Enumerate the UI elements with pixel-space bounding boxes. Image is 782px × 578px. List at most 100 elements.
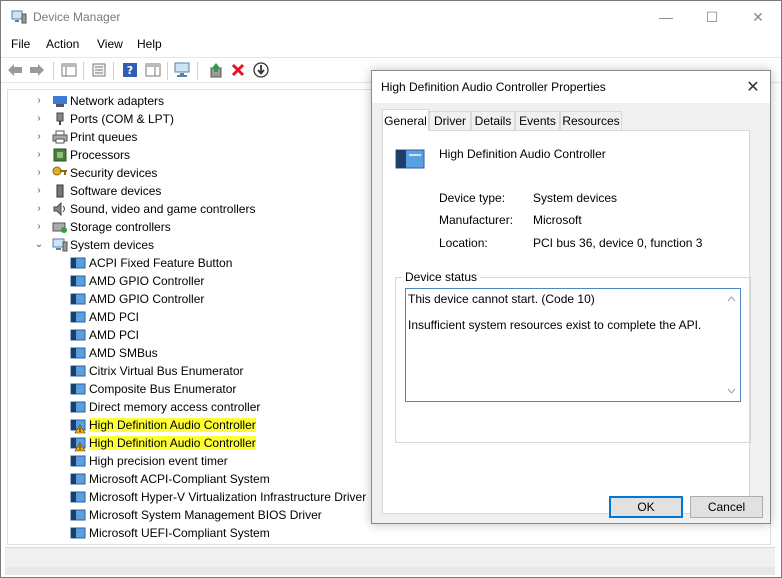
status-vertical-scrollbar[interactable] — [723, 289, 740, 401]
tab-events[interactable]: Events — [515, 111, 560, 130]
back-arrow-icon[interactable] — [6, 61, 24, 79]
chevron-down-icon[interactable]: ⌄ — [34, 240, 44, 250]
system-device-icon — [70, 346, 86, 360]
system-device-icon — [70, 400, 86, 414]
tree-category-label: Storage controllers — [70, 220, 171, 234]
tree-category-sound-video-game[interactable]: › Sound, video and game controllers — [8, 200, 368, 218]
ok-button[interactable]: OK — [609, 496, 683, 518]
menu-action[interactable]: Action — [46, 37, 79, 51]
manufacturer-value: Microsoft — [533, 213, 582, 227]
device-label: Composite Bus Enumerator — [89, 382, 237, 396]
audio-controller-device-icon — [395, 147, 425, 174]
system-device-icon — [70, 310, 86, 324]
toolbar-separator — [53, 62, 54, 80]
processor-chip-icon — [52, 148, 68, 162]
chevron-right-icon[interactable]: › — [34, 114, 44, 124]
device-status-group: Device status This device cannot start. … — [395, 270, 751, 443]
tree-category-software-devices[interactable]: › Software devices — [8, 182, 368, 200]
system-device-warning-icon — [70, 418, 86, 434]
minimize-button[interactable]: — — [643, 1, 689, 33]
cancel-button[interactable]: Cancel — [690, 496, 763, 518]
tree-category-security-devices[interactable]: › Security devices — [8, 164, 368, 182]
device-label: High Definition Audio Controller — [89, 418, 256, 432]
menu-help[interactable]: Help — [137, 37, 162, 51]
tab-details[interactable]: Details — [471, 111, 515, 130]
tree-device-item[interactable]: Microsoft Hyper-V Virtualization Infrast… — [8, 488, 374, 506]
device-label: AMD PCI — [89, 328, 140, 342]
horizontal-scrollbar[interactable] — [5, 567, 775, 575]
chevron-right-icon[interactable]: › — [34, 132, 44, 142]
chevron-right-icon[interactable]: › — [34, 96, 44, 106]
menu-file[interactable]: File — [11, 37, 30, 51]
tree-device-item-warning[interactable]: High Definition Audio Controller — [8, 434, 368, 452]
tab-driver[interactable]: Driver — [429, 111, 471, 130]
tree-category-storage-controllers[interactable]: › Storage controllers — [8, 218, 368, 236]
tree-device-item[interactable]: Microsoft UEFI-Compliant System — [8, 524, 368, 542]
location-label: Location: — [439, 236, 488, 250]
tree-device-item-warning[interactable]: High Definition Audio Controller — [8, 416, 368, 434]
update-driver-icon[interactable] — [207, 61, 225, 79]
chevron-right-icon[interactable]: › — [34, 222, 44, 232]
tree-device-item[interactable]: ACPI Fixed Feature Button — [8, 254, 368, 272]
tree-device-item[interactable]: AMD GPIO Controller — [8, 290, 368, 308]
chevron-right-icon[interactable]: › — [34, 186, 44, 196]
close-button[interactable]: ✕ — [735, 1, 781, 33]
chevron-right-icon[interactable]: › — [34, 150, 44, 160]
tree-device-item[interactable]: Citrix Virtual Bus Enumerator — [8, 362, 368, 380]
device-label: Direct memory access controller — [89, 400, 261, 414]
tab-resources[interactable]: Resources — [560, 111, 622, 130]
properties-icon[interactable] — [90, 61, 108, 79]
toolbar-separator — [83, 62, 84, 80]
tab-general[interactable]: General — [382, 109, 429, 131]
forward-arrow-icon[interactable] — [28, 61, 46, 79]
port-connector-icon — [52, 112, 68, 126]
tree-category-ports[interactable]: › Ports (COM & LPT) — [8, 110, 368, 128]
device-label: Microsoft UEFI-Compliant System — [89, 526, 270, 540]
device-label: Microsoft Hyper-V Virtualization Infrast… — [89, 490, 367, 504]
tree-category-print-queues[interactable]: › Print queues — [8, 128, 368, 146]
scan-hardware-changes-icon[interactable] — [174, 61, 192, 79]
show-hide-console-tree-icon[interactable] — [60, 61, 78, 79]
device-label: Microsoft System Management BIOS Driver — [89, 508, 322, 522]
tree-category-label: Processors — [70, 148, 131, 162]
device-label: AMD GPIO Controller — [89, 274, 205, 288]
disable-device-icon[interactable] — [252, 61, 270, 79]
status-bar — [5, 547, 775, 567]
device-label: High precision event timer — [89, 454, 228, 468]
dialog-close-button[interactable]: ✕ — [742, 76, 764, 98]
help-icon[interactable]: ? — [121, 61, 139, 79]
tree-device-item[interactable]: AMD GPIO Controller — [8, 272, 368, 290]
system-device-icon — [70, 382, 86, 396]
tree-device-item[interactable]: AMD PCI — [8, 326, 368, 344]
system-device-warning-icon — [70, 436, 86, 452]
tree-device-item[interactable]: High precision event timer — [8, 452, 368, 470]
system-device-icon — [70, 328, 86, 342]
tree-category-system-devices[interactable]: ⌄ System devices — [8, 236, 368, 254]
device-label: ACPI Fixed Feature Button — [89, 256, 233, 270]
tree-category-label: Network adapters — [70, 94, 165, 108]
system-device-icon — [70, 454, 86, 468]
manufacturer-label: Manufacturer: — [439, 213, 514, 227]
chevron-right-icon[interactable]: › — [34, 204, 44, 214]
tree-device-item[interactable]: Direct memory access controller — [8, 398, 368, 416]
scroll-down-icon[interactable] — [727, 384, 736, 398]
tree-device-item[interactable]: AMD PCI — [8, 308, 368, 326]
speaker-icon — [52, 201, 68, 217]
device-status-textbox[interactable]: This device cannot start. (Code 10) Insu… — [405, 288, 741, 402]
tree-device-item[interactable]: Composite Bus Enumerator — [8, 380, 368, 398]
chevron-right-icon[interactable]: › — [34, 168, 44, 178]
window-title: Device Manager — [33, 10, 121, 24]
tree-device-item[interactable]: Microsoft ACPI-Compliant System — [8, 470, 368, 488]
tree-device-item[interactable]: AMD SMBus — [8, 344, 368, 362]
maximize-button[interactable]: ☐ — [689, 1, 735, 33]
device-status-line: Insufficient system resources exist to c… — [408, 318, 702, 332]
action-pane-icon[interactable] — [144, 61, 162, 79]
tree-category-label: Print queues — [70, 130, 138, 144]
location-value: PCI bus 36, device 0, function 3 — [533, 236, 703, 250]
tree-category-processors[interactable]: › Processors — [8, 146, 368, 164]
tree-device-item[interactable]: Microsoft System Management BIOS Driver — [8, 506, 368, 524]
uninstall-device-icon[interactable] — [229, 61, 247, 79]
scroll-up-icon[interactable] — [727, 291, 736, 305]
tree-category-network-adapters[interactable]: › Network adapters — [8, 92, 368, 110]
menu-view[interactable]: View — [97, 37, 123, 51]
